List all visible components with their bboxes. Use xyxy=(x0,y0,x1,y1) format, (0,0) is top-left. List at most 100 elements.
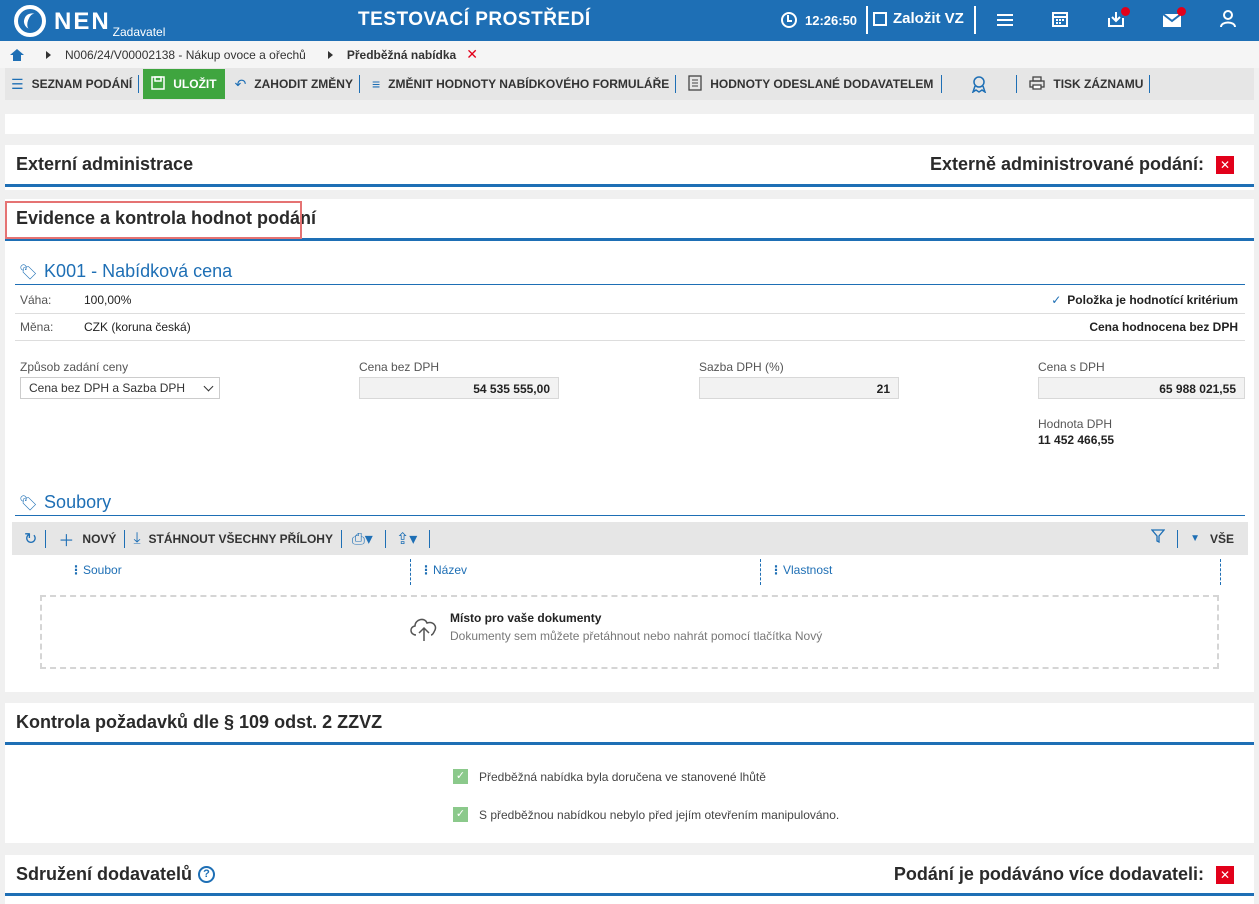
column-property[interactable]: ⋮ Vlastnost xyxy=(770,555,832,585)
menu-icon[interactable] xyxy=(994,11,1016,33)
vat-rate-field[interactable]: 21 xyxy=(699,377,899,399)
nen-logo-icon xyxy=(14,5,46,37)
check-not-manipulated[interactable]: ✓ S předběžnou nabídkou nebylo před její… xyxy=(453,807,839,822)
action-toolbar: ☰ SEZNAM PODÁNÍ ULOŽIT ↶ ZAHODIT ZMĚNY ≡… xyxy=(5,68,1254,100)
undo-icon: ↶ xyxy=(234,75,247,92)
association-label: Podání je podáváno více dodavateli: xyxy=(893,863,1204,884)
price-vat-field: 65 988 021,55 xyxy=(1038,377,1245,399)
session-timer: 12:26:50 xyxy=(781,12,857,28)
control-title: Kontrola požadavků dle § 109 odst. 2 ZZV… xyxy=(16,712,383,732)
currency-value: CZK (koruna česká) xyxy=(84,320,191,334)
vat-amount-label: Hodnota DPH xyxy=(1038,417,1113,431)
association-title-wrap: Sdružení dodavatelů? xyxy=(16,863,216,885)
dropzone-subtitle: Dokumenty sem můžete přetáhnout nebo nah… xyxy=(450,629,823,643)
weight-label: Váha: xyxy=(20,293,52,307)
print-record-button[interactable]: TISK ZÁZNAMU xyxy=(1023,70,1149,98)
print-menu-icon[interactable]: ⎙▾ xyxy=(352,529,373,549)
download-all-button[interactable]: STÁHNOUT VŠECHNY PŘÍLOHY xyxy=(149,532,333,546)
home-icon[interactable] xyxy=(10,48,24,61)
notification-dot xyxy=(1121,7,1130,16)
files-table-header: ⋮ Soubor ⋮ Název ⋮ Vlastnost xyxy=(12,555,1248,585)
association-toggle[interactable]: ✕ xyxy=(1216,865,1234,884)
chevron-right-icon xyxy=(46,50,51,59)
checkbox-checked-icon: ✓ xyxy=(453,769,468,784)
list-icon: ☰ xyxy=(11,75,24,92)
price-no-vat-field[interactable]: 54 535 555,00 xyxy=(359,377,559,399)
edit-list-icon: ≡ xyxy=(371,76,381,92)
tag-icon: 🏷︎ xyxy=(19,494,39,512)
vat-rate-label: Sazba DPH (%) xyxy=(699,360,784,374)
download-icon: ⤓ xyxy=(133,529,141,547)
empty-panel xyxy=(5,114,1254,134)
submissions-list-button[interactable]: ☰ SEZNAM PODÁNÍ xyxy=(5,70,138,98)
calendar-icon[interactable] xyxy=(1049,10,1071,32)
files-toolbar: ↻ ＋ NOVÝ ⤓ STÁHNOUT VŠECHNY PŘÍLOHY ⎙▾ ⇪… xyxy=(12,522,1248,555)
external-admin-panel: Externí administrace Externě administrov… xyxy=(5,145,1254,190)
currency-label: Měna: xyxy=(20,320,54,334)
plus-icon: ＋ xyxy=(58,532,75,550)
export-menu-icon[interactable]: ⇪▾ xyxy=(396,529,417,549)
print-icon xyxy=(1029,75,1046,93)
user-icon[interactable] xyxy=(1217,10,1239,32)
caret-down-icon: ▼ xyxy=(1190,533,1200,544)
help-icon[interactable]: ? xyxy=(198,866,216,884)
save-icon xyxy=(151,75,165,93)
divider xyxy=(974,6,976,34)
criterion-flag: ✓ Položka je hodnotící kritérium xyxy=(1051,293,1238,307)
new-vz-label: Založit VZ xyxy=(893,10,964,27)
price-no-vat-label: Cena bez DPH xyxy=(359,360,440,374)
control-panel: Kontrola požadavků dle § 109 odst. 2 ZZV… xyxy=(5,703,1254,843)
new-vz-button[interactable]: Založit VZ xyxy=(873,10,964,27)
weight-value: 100,00% xyxy=(84,293,132,307)
nen-logo[interactable]: NEN Zadavatel xyxy=(14,5,166,39)
logo-subtitle: Zadavatel xyxy=(112,25,166,39)
document-icon xyxy=(688,74,702,94)
association-panel: Sdružení dodavatelů? Podání je podáváno … xyxy=(5,855,1254,904)
association-title: Sdružení dodavatelů xyxy=(16,863,193,884)
chevron-down-icon xyxy=(203,381,214,392)
file-dropzone[interactable]: Místo pro vaše dokumenty Dokumenty sem m… xyxy=(40,595,1219,669)
breadcrumb-current: Předběžná nabídka xyxy=(346,47,457,62)
clock-icon xyxy=(781,12,797,28)
inbox-icon[interactable] xyxy=(1105,7,1130,32)
check-icon: ✓ xyxy=(1051,293,1062,307)
highlight-box xyxy=(5,201,302,239)
refresh-icon[interactable]: ↻ xyxy=(24,529,37,549)
evidence-panel: Evidence a kontrola hodnot podání 🏷︎ K00… xyxy=(5,199,1254,692)
column-file[interactable]: ⋮ Soubor xyxy=(70,555,122,585)
association-field: Podání je podáváno více dodavateli: ✕ xyxy=(894,864,1234,885)
award-icon[interactable] xyxy=(964,70,994,98)
check-delivered[interactable]: ✓ Předběžná nabídka byla doručena ve sta… xyxy=(453,769,766,784)
mail-icon[interactable] xyxy=(1161,7,1186,32)
breadcrumb-item-tender[interactable]: N006/24/V00002138 - Nákup ovoce a ořechů xyxy=(65,48,306,62)
external-admin-title: Externí administrace xyxy=(16,154,194,174)
filter-icon[interactable] xyxy=(1150,529,1166,548)
chevron-right-icon xyxy=(327,50,333,59)
logo-text: NEN xyxy=(54,8,111,35)
close-icon[interactable]: ✕ xyxy=(466,46,478,63)
notification-dot xyxy=(1177,7,1186,16)
external-admin-toggle[interactable]: ✕ xyxy=(1216,156,1234,175)
change-form-values-button[interactable]: ≡ ZMĚNIT HODNOTY NABÍDKOVÉHO FORMULÁŘE xyxy=(366,70,675,98)
files-title: 🏷︎ Soubory xyxy=(19,492,112,512)
breadcrumb: N006/24/V00002138 - Nákup ovoce a ořechů… xyxy=(0,41,1259,68)
new-file-button[interactable]: NOVÝ xyxy=(82,532,116,546)
save-button[interactable]: ULOŽIT xyxy=(143,69,225,99)
discard-changes-button[interactable]: ↶ ZAHODIT ZMĚNY xyxy=(229,70,359,98)
sent-values-button[interactable]: HODNOTY ODESLANÉ DODAVATELEM xyxy=(682,70,939,98)
price-note: Cena hodnocena bez DPH xyxy=(1089,320,1238,334)
criterion-title: 🏷︎ K001 - Nabídková cena xyxy=(19,261,233,281)
checkbox-checked-icon: ✓ xyxy=(453,807,468,822)
vat-amount-value: 11 452 466,55 xyxy=(1038,433,1115,447)
top-bar: NEN Zadavatel TESTOVACÍ PROSTŘEDÍ 12:26:… xyxy=(0,0,1259,41)
dropzone-title: Místo pro vaše dokumenty xyxy=(450,611,602,625)
price-method-label: Způsob zadání ceny xyxy=(20,360,129,374)
price-method-select[interactable]: Cena bez DPH a Sazba DPH xyxy=(20,377,220,399)
column-name[interactable]: ⋮ Název xyxy=(420,555,467,585)
external-admin-label: Externě administrované podání: xyxy=(929,154,1204,174)
session-time: 12:26:50 xyxy=(805,12,858,28)
price-vat-label: Cena s DPH xyxy=(1038,360,1105,374)
view-all-button[interactable]: VŠE xyxy=(1210,532,1234,546)
tag-icon: 🏷︎ xyxy=(19,263,39,281)
divider xyxy=(866,6,868,34)
